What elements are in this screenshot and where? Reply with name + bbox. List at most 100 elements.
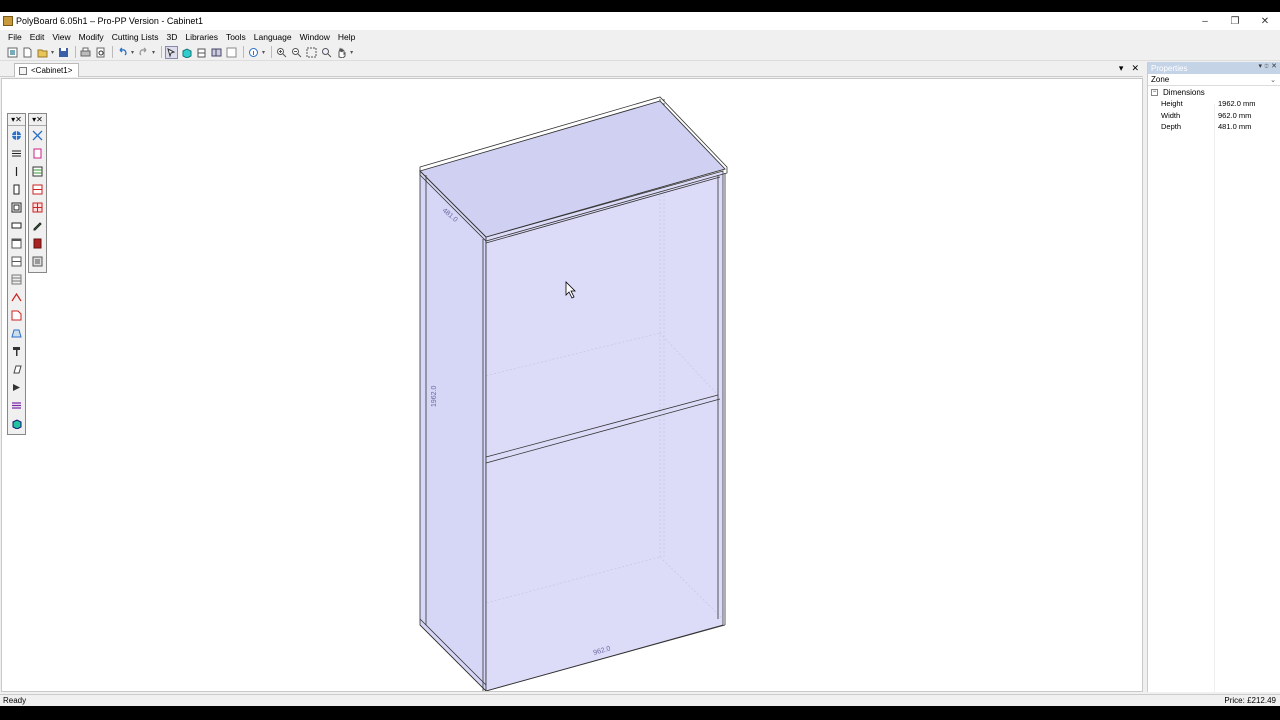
undo-icon[interactable]	[116, 46, 129, 59]
zoom-out-icon[interactable]	[290, 46, 303, 59]
palette-header[interactable]: ▾✕	[29, 114, 46, 126]
title-bar: PolyBoard 6.05h1 – Pro-PP Version - Cabi…	[0, 12, 1280, 30]
menu-help[interactable]: Help	[334, 32, 359, 42]
zoom-in-icon[interactable]	[275, 46, 288, 59]
undo-dropdown-icon[interactable]: ▾	[131, 49, 134, 56]
close-button[interactable]: ✕	[1250, 12, 1280, 30]
frame-icon[interactable]	[8, 198, 25, 216]
pan-hand-icon[interactable]	[335, 46, 348, 59]
globe-icon[interactable]	[8, 126, 25, 144]
property-name: Width	[1161, 110, 1181, 120]
vertical-divider-icon[interactable]	[8, 162, 25, 180]
select-tool-icon[interactable]	[165, 45, 179, 59]
hardware-icon[interactable]	[29, 252, 46, 270]
property-value[interactable]: 481.0 mm	[1218, 122, 1280, 131]
zoom-window-icon[interactable]	[320, 46, 333, 59]
parallelogram-icon[interactable]	[8, 360, 25, 378]
redo-icon[interactable]	[137, 46, 150, 59]
save-icon[interactable]	[57, 46, 70, 59]
menu-cutting-lists[interactable]: Cutting Lists	[108, 32, 163, 42]
status-bar: Ready Price: £212.49	[0, 694, 1280, 706]
menu-file[interactable]: File	[4, 32, 26, 42]
properties-title-bar: Properties ▾ ⯐ ✕	[1148, 62, 1280, 74]
redo-dropdown-icon[interactable]: ▾	[152, 49, 155, 56]
main-toolbar: ▾ ▾ ▾ ▾ ▾	[0, 44, 1280, 61]
drawer-panel-icon[interactable]	[29, 180, 46, 198]
menu-window[interactable]: Window	[296, 32, 334, 42]
horizontal-shelves-icon[interactable]	[8, 144, 25, 162]
tab-list-dropdown-icon[interactable]: ▾	[1119, 63, 1124, 74]
tools-icon[interactable]	[29, 126, 46, 144]
info-dropdown-icon[interactable]: ▾	[262, 49, 265, 56]
palette-header[interactable]: ▾✕	[8, 114, 25, 126]
window-title: PolyBoard 6.05h1 – Pro-PP Version - Cabi…	[16, 16, 203, 26]
new-project-icon[interactable]	[6, 46, 19, 59]
door-icon[interactable]	[8, 180, 25, 198]
cabinet-3d-view[interactable]: 481.0 1962.0 962.0	[2, 79, 1143, 692]
tool-palette-primary: ▾✕	[7, 113, 26, 435]
menu-3d[interactable]: 3D	[162, 32, 181, 42]
shelf-set-icon[interactable]	[8, 270, 25, 288]
chevron-down-icon: ⌄	[1270, 76, 1276, 84]
cabinet-view-icon[interactable]	[195, 46, 208, 59]
restore-button[interactable]: ❐	[1220, 12, 1250, 30]
info-icon[interactable]	[247, 46, 260, 59]
price-readout: Price: £212.49	[1224, 696, 1276, 705]
arrow-right-icon[interactable]	[8, 378, 25, 396]
3d-view-icon[interactable]	[180, 46, 193, 59]
edit-pencil-icon[interactable]	[29, 216, 46, 234]
toolbar-separator	[75, 46, 77, 58]
hammer-icon[interactable]	[8, 342, 25, 360]
dimensions-group-label: Dimensions	[1163, 87, 1205, 97]
cube-icon[interactable]	[8, 414, 25, 432]
panel-view-icon[interactable]	[210, 46, 223, 59]
stripes-icon[interactable]	[8, 396, 25, 414]
menu-tools[interactable]: Tools	[222, 32, 250, 42]
tab-cabinet1-label: <Cabinet1>	[31, 66, 73, 75]
tab-cabinet1[interactable]: <Cabinet1>	[14, 63, 80, 77]
property-column-divider	[1214, 104, 1215, 692]
zoom-extents-icon[interactable]	[305, 46, 318, 59]
height-dimension-label: 1962.0	[431, 385, 438, 407]
menu-view[interactable]: View	[48, 32, 74, 42]
collapse-icon[interactable]: −	[1151, 88, 1158, 96]
dimensions-group[interactable]: − Dimensions	[1148, 86, 1280, 98]
app-icon	[3, 16, 13, 26]
cut-corner-icon[interactable]	[8, 306, 25, 324]
grid-panel-icon[interactable]	[29, 198, 46, 216]
menu-modify[interactable]: Modify	[75, 32, 108, 42]
layout-view-icon[interactable]	[225, 46, 238, 59]
material-icon[interactable]	[29, 234, 46, 252]
pan-dropdown-icon[interactable]: ▾	[350, 49, 353, 56]
left-side-panel[interactable]	[419, 170, 487, 691]
property-value[interactable]: 1962.0 mm	[1218, 99, 1280, 108]
toolbar-separator	[112, 46, 114, 58]
drawing-canvas[interactable]: 481.0 1962.0 962.0 ▾✕ ▾✕	[1, 78, 1143, 692]
roof-shape-icon[interactable]	[8, 288, 25, 306]
open-dropdown-icon[interactable]: ▾	[51, 49, 54, 56]
top-panel-icon[interactable]	[8, 234, 25, 252]
drawer-icon[interactable]	[8, 216, 25, 234]
close-document-icon[interactable]: ✕	[1131, 63, 1139, 74]
trapezoid-icon[interactable]	[8, 324, 25, 342]
open-folder-icon[interactable]	[36, 46, 49, 59]
property-value[interactable]: 962.0 mm	[1218, 111, 1280, 120]
toolbar-separator	[271, 46, 273, 58]
properties-title: Properties	[1151, 63, 1188, 73]
zone-selector[interactable]: Zone ⌄	[1148, 74, 1280, 86]
minimize-button[interactable]: –	[1190, 12, 1220, 30]
zone-selector-value: Zone	[1151, 75, 1170, 84]
door-panel-icon[interactable]	[29, 144, 46, 162]
menu-edit[interactable]: Edit	[26, 32, 49, 42]
toolbar-separator	[161, 46, 163, 58]
document-tab-strip: <Cabinet1> ▾ ✕	[0, 62, 1143, 77]
new-file-icon[interactable]	[21, 46, 34, 59]
drawer-stack-icon[interactable]	[8, 252, 25, 270]
status-text: Ready	[3, 696, 27, 705]
menu-libraries[interactable]: Libraries	[181, 32, 222, 42]
print-preview-icon[interactable]	[94, 46, 107, 59]
print-icon[interactable]	[79, 46, 92, 59]
menu-language[interactable]: Language	[250, 32, 296, 42]
shelf-panel-icon[interactable]	[29, 162, 46, 180]
properties-window-controls[interactable]: ▾ ⯐ ✕	[1258, 62, 1277, 73]
